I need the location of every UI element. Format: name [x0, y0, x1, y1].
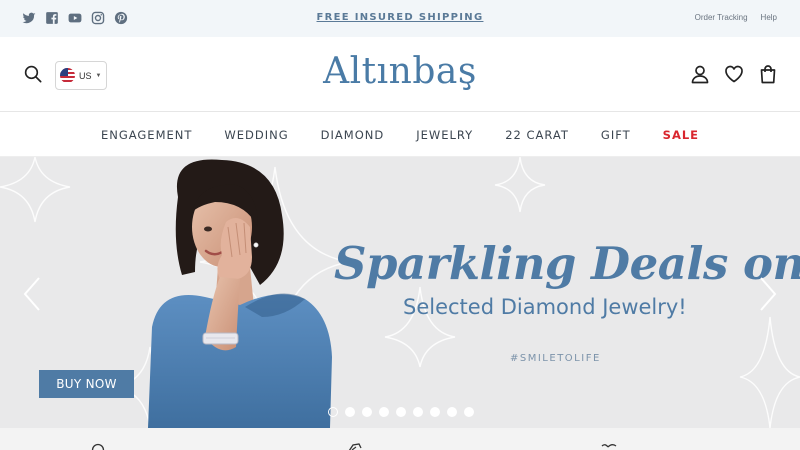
slide-dot[interactable]: [328, 407, 338, 417]
feature-gift-icon: [601, 442, 617, 450]
nav-item-diamond[interactable]: DIAMOND: [321, 128, 385, 142]
feature-shipping-icon: [347, 442, 363, 450]
announcement-link[interactable]: FREE INSURED SHIPPING: [0, 12, 800, 23]
main-nav: ENGAGEMENT WEDDING DIAMOND JEWELRY 22 CA…: [0, 113, 800, 157]
slide-dot[interactable]: [447, 407, 457, 417]
cart-bag-icon[interactable]: [758, 64, 778, 84]
feature-ring-icon: [90, 442, 106, 450]
slide-dot[interactable]: [464, 407, 474, 417]
nav-item-wedding[interactable]: WEDDING: [224, 128, 288, 142]
nav-item-engagement[interactable]: ENGAGEMENT: [101, 128, 192, 142]
slide-dots: [328, 407, 474, 417]
site-logo[interactable]: Altınbaş: [0, 51, 800, 92]
nav-item-sale[interactable]: SALE: [663, 128, 699, 142]
announcement-bar: FREE INSURED SHIPPING Order Tracking Hel…: [0, 0, 800, 37]
slide-dot[interactable]: [379, 407, 389, 417]
hero-subheadline: Selected Diamond Jewelry!: [403, 295, 687, 319]
prev-slide-arrow-icon[interactable]: [21, 275, 43, 313]
features-strip: [0, 428, 800, 450]
order-tracking-link[interactable]: Order Tracking: [695, 13, 748, 22]
slide-dot[interactable]: [430, 407, 440, 417]
slide-dot[interactable]: [345, 407, 355, 417]
site-header: US ▼ Altınbaş: [0, 37, 800, 112]
account-icon[interactable]: [690, 64, 710, 84]
nav-item-22-carat[interactable]: 22 CARAT: [505, 128, 569, 142]
slide-dot[interactable]: [362, 407, 372, 417]
buy-now-button[interactable]: BUY NOW: [39, 370, 134, 398]
help-link[interactable]: Help: [761, 13, 777, 22]
nav-item-jewelry[interactable]: JEWELRY: [416, 128, 473, 142]
nav-item-gift[interactable]: GIFT: [601, 128, 631, 142]
slide-dot[interactable]: [396, 407, 406, 417]
hero-banner[interactable]: Sparkling Deals on Selected Diamond Jewe…: [0, 157, 800, 428]
hero-hashtag: #SMILETOLIFE: [510, 353, 601, 364]
hero-headline: Sparkling Deals on: [334, 237, 800, 290]
slide-dot[interactable]: [413, 407, 423, 417]
utility-links: Order Tracking Help: [695, 13, 777, 22]
next-slide-arrow-icon[interactable]: [757, 275, 779, 313]
wishlist-heart-icon[interactable]: [724, 64, 744, 84]
